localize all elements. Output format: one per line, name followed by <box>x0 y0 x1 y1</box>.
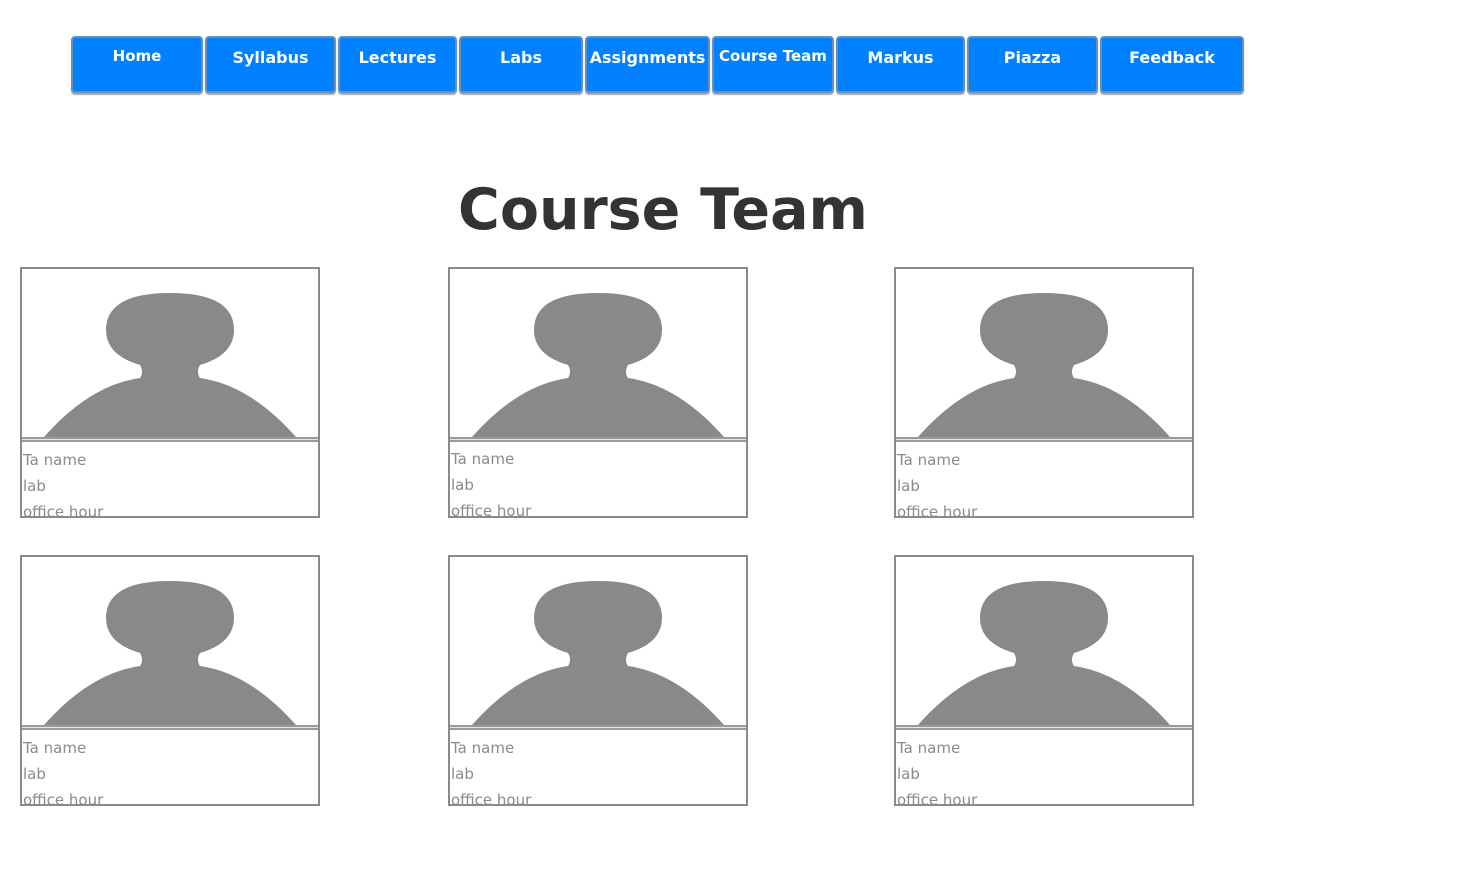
nav-feedback-button[interactable]: Feedback <box>1100 36 1244 93</box>
page: Home Syllabus Lectures Labs Assignments … <box>0 0 1482 882</box>
ta-office-hour: office hour <box>897 791 978 806</box>
ta-card: Ta name lab office hour <box>448 555 748 806</box>
ta-card: Ta name lab office hour <box>894 555 1194 806</box>
ta-name: Ta name <box>451 450 515 468</box>
ta-lab: lab <box>897 765 920 783</box>
nav-markus-button[interactable]: Markus <box>836 36 965 93</box>
ta-office-hour: office hour <box>451 502 532 518</box>
ta-card: Ta name lab office hour <box>894 267 1194 518</box>
nav-lectures-button[interactable]: Lectures <box>338 36 457 93</box>
person-silhouette-icon <box>450 557 746 725</box>
nav-home-button[interactable]: Home <box>71 36 203 93</box>
ta-name: Ta name <box>451 739 515 757</box>
ta-info: Ta name lab office hour <box>897 447 978 518</box>
ta-info: Ta name lab office hour <box>23 447 104 518</box>
card-divider <box>22 725 318 730</box>
ta-lab: lab <box>451 476 474 494</box>
ta-info: Ta name lab office hour <box>451 735 532 806</box>
card-divider <box>896 725 1192 730</box>
ta-name: Ta name <box>23 739 87 757</box>
card-divider <box>22 437 318 442</box>
ta-lab: lab <box>23 765 46 783</box>
page-title: Course Team <box>458 177 868 243</box>
ta-card: Ta name lab office hour <box>448 267 748 518</box>
ta-office-hour: office hour <box>451 791 532 806</box>
person-silhouette-icon <box>22 269 318 437</box>
ta-office-hour: office hour <box>23 503 104 518</box>
ta-card: Ta name lab office hour <box>20 267 320 518</box>
ta-info: Ta name lab office hour <box>23 735 104 806</box>
card-divider <box>896 437 1192 442</box>
nav-course-team-button[interactable]: Course Team <box>712 36 834 93</box>
person-silhouette-icon <box>896 269 1192 437</box>
ta-lab: lab <box>23 477 46 495</box>
card-divider <box>450 437 746 442</box>
card-divider <box>450 725 746 730</box>
ta-name: Ta name <box>897 451 961 469</box>
nav-piazza-button[interactable]: Piazza <box>967 36 1098 93</box>
person-silhouette-icon <box>450 269 746 437</box>
person-silhouette-icon <box>896 557 1192 725</box>
ta-office-hour: office hour <box>23 791 104 806</box>
nav-syllabus-button[interactable]: Syllabus <box>205 36 336 93</box>
ta-name: Ta name <box>897 739 961 757</box>
ta-info: Ta name lab office hour <box>451 446 532 518</box>
ta-card: Ta name lab office hour <box>20 555 320 806</box>
nav-labs-button[interactable]: Labs <box>459 36 583 93</box>
ta-lab: lab <box>451 765 474 783</box>
nav-assignments-button[interactable]: Assignments <box>585 36 710 93</box>
ta-lab: lab <box>897 477 920 495</box>
ta-office-hour: office hour <box>897 503 978 518</box>
ta-info: Ta name lab office hour <box>897 735 978 806</box>
person-silhouette-icon <box>22 557 318 725</box>
ta-name: Ta name <box>23 451 87 469</box>
